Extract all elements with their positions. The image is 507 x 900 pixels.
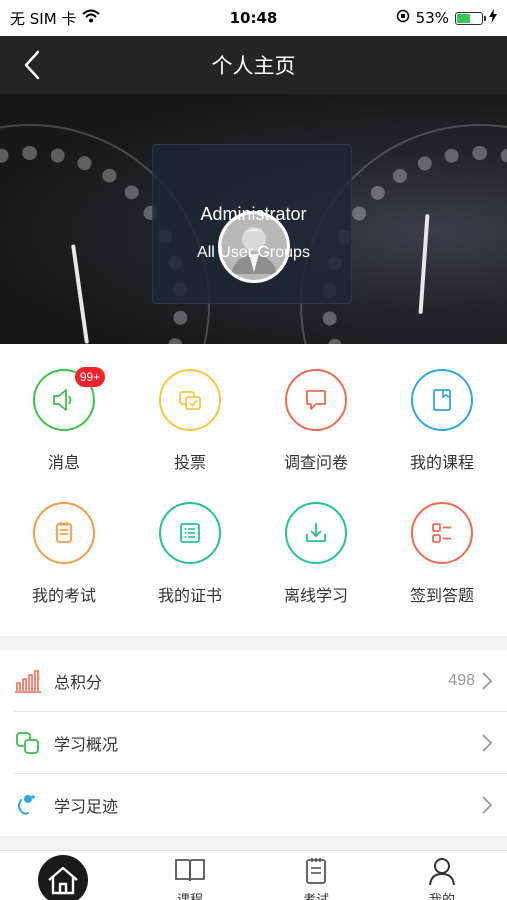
chevron-right-icon <box>482 672 493 690</box>
chevron-right-icon <box>482 796 493 814</box>
bar-chart-icon <box>14 667 42 695</box>
grid-item-offline-learning[interactable]: 离线学习 <box>253 502 379 606</box>
tab-label: 我的 <box>379 889 505 900</box>
grid-item-messages[interactable]: 99+ 消息 <box>1 367 127 473</box>
checkin-icon <box>432 523 451 543</box>
tab-bar: 课程 考试 我的 <box>0 850 507 900</box>
battery-percent: 53% <box>415 9 449 27</box>
grid-item-label: 签到答题 <box>409 586 474 605</box>
grid-item-survey[interactable]: 调查问卷 <box>253 369 379 473</box>
section-divider <box>0 636 507 650</box>
list-item-learning-footprint[interactable]: 学习足迹 <box>0 774 507 836</box>
grid-item-checkin-quiz[interactable]: 签到答题 <box>379 502 505 606</box>
profile-header: Administrator All User Groups <box>0 94 507 344</box>
list-item-learning-overview[interactable]: 学习概况 <box>0 712 507 774</box>
home-icon <box>48 866 78 895</box>
survey-icon <box>306 390 326 410</box>
orientation-lock-icon <box>396 9 410 27</box>
user-name: Administrator <box>200 204 307 224</box>
back-button[interactable] <box>12 46 52 84</box>
tab-label: 课程 <box>127 889 253 900</box>
list-item-label: 总积分 <box>54 673 103 692</box>
chevron-left-icon <box>24 50 40 80</box>
stats-list: 总积分 498 学习概况 学习足迹 <box>0 650 507 836</box>
charging-icon <box>489 9 497 27</box>
user-group: All User Groups <box>197 244 310 261</box>
navigation-bar: 个人主页 <box>0 36 507 94</box>
chevron-right-icon <box>482 734 493 752</box>
tab-home[interactable] <box>0 851 126 900</box>
certificate-icon <box>180 523 200 543</box>
grid-item-label: 离线学习 <box>283 586 348 605</box>
grid-item-label: 我的课程 <box>409 453 474 472</box>
download-icon <box>306 523 326 542</box>
grid-item-label: 我的考试 <box>31 586 96 605</box>
status-bar: 无 SIM 卡 10:48 53% <box>0 0 507 36</box>
speaker-icon <box>53 389 72 411</box>
list-item-label: 学习概况 <box>54 735 119 754</box>
list-item-label: 学习足迹 <box>54 797 119 816</box>
tab-courses[interactable]: 课程 <box>127 851 253 900</box>
book-icon <box>175 859 205 882</box>
grid-item-my-courses[interactable]: 我的课程 <box>379 369 505 473</box>
grid-item-label: 投票 <box>173 453 206 472</box>
carrier-label: 无 SIM 卡 <box>10 9 77 28</box>
exam-icon <box>56 522 72 543</box>
grid-item-my-certificates[interactable]: 我的证书 <box>127 502 253 606</box>
grid-item-label: 消息 <box>47 453 80 472</box>
tab-label: 考试 <box>253 889 379 900</box>
feature-grid: 99+ 消息 投票 调查问卷 我的课程 我的考试 我的证书 离线学习 签到答题 <box>0 344 507 636</box>
grid-item-label: 调查问卷 <box>283 453 348 472</box>
exam-sheet-icon <box>306 858 326 884</box>
grid-item-vote[interactable]: 投票 <box>127 369 253 473</box>
grid-item-my-exams[interactable]: 我的考试 <box>1 502 127 606</box>
grid-item-label: 我的证书 <box>157 586 222 605</box>
unread-badge: 99+ <box>75 367 105 387</box>
overlap-squares-icon <box>14 729 42 757</box>
vote-icon <box>179 391 201 410</box>
clock: 10:48 <box>229 9 278 27</box>
section-divider <box>0 836 507 850</box>
person-icon <box>429 858 455 886</box>
battery-icon <box>455 11 486 25</box>
points-value: 498 <box>448 672 475 689</box>
wifi-icon <box>82 9 101 27</box>
list-item-total-points[interactable]: 总积分 498 <box>0 650 507 712</box>
page-title: 个人主页 <box>211 54 296 78</box>
tab-me[interactable]: 我的 <box>379 851 505 900</box>
footprint-icon <box>14 791 42 819</box>
course-icon <box>433 389 451 411</box>
tab-exams[interactable]: 考试 <box>253 851 379 900</box>
home-button[interactable] <box>38 855 88 900</box>
